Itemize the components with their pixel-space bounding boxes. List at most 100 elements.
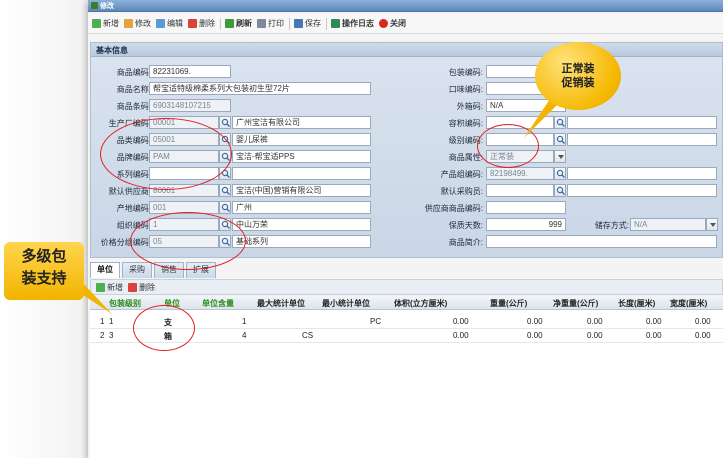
product-group-field[interactable]: 82198499. xyxy=(486,167,554,180)
new-button[interactable]: 新增 xyxy=(90,16,121,32)
edit-doc-icon xyxy=(156,19,165,28)
supplier-item-field[interactable] xyxy=(486,201,566,214)
grid-delete-button[interactable]: 删除 xyxy=(126,281,157,293)
save-button[interactable]: 保存 xyxy=(292,16,323,32)
cell-width: 0.00 xyxy=(695,331,711,340)
supplier-lookup-button[interactable] xyxy=(219,184,231,197)
origin-name-field[interactable]: 广州 xyxy=(232,201,371,214)
toolbar-divider xyxy=(220,17,221,30)
taste-code-label: 口味编码: xyxy=(448,85,483,94)
col-header-width[interactable]: 宽度(厘米) xyxy=(670,298,707,309)
cell-max-unit: CS xyxy=(302,331,314,340)
ext-code-label: 外箱码: xyxy=(456,102,483,111)
series-name-field[interactable] xyxy=(232,167,371,180)
col-header-weight[interactable]: 重量(公斤) xyxy=(490,298,527,309)
print-label: 打印 xyxy=(268,19,284,28)
col-header-volume[interactable]: 体积(立方厘米) xyxy=(394,298,447,309)
cell-net-weight: 0.00 xyxy=(587,317,603,326)
attribute-dropdown-button[interactable] xyxy=(554,150,566,163)
main-toolbar: 新增 修改 编辑 删除 刷新 打印 保存 操作日志 关闭 xyxy=(88,14,723,34)
print-button[interactable]: 打印 xyxy=(255,16,286,32)
close-button[interactable]: 关闭 xyxy=(377,16,408,32)
buyer-field[interactable] xyxy=(486,184,554,197)
grid-delete-label: 删除 xyxy=(139,282,155,292)
tab-purchase[interactable]: 采购 xyxy=(122,262,152,278)
pencil-icon xyxy=(124,19,133,28)
org-name-field[interactable]: 中山万荣 xyxy=(232,218,371,231)
highlight-ellipse-org xyxy=(130,212,246,270)
product-group-name-field[interactable] xyxy=(567,167,717,180)
title-bar: 修改 xyxy=(88,0,723,12)
delete-label: 删除 xyxy=(199,19,215,28)
origin-lookup-button[interactable] xyxy=(219,201,231,214)
intro-field[interactable] xyxy=(486,235,717,248)
printer-icon xyxy=(257,19,266,28)
cell-min-unit: PC xyxy=(370,317,382,326)
manufacturer-lookup-button[interactable] xyxy=(219,116,231,129)
delete-button[interactable]: 删除 xyxy=(186,16,217,32)
package-code-label: 包装编码: xyxy=(448,68,483,77)
col-header-net-weight[interactable]: 净重量(公斤) xyxy=(553,298,598,309)
cell-length: 0.00 xyxy=(646,317,662,326)
volume-name-field[interactable] xyxy=(567,116,717,129)
cell-volume: 0.00 xyxy=(453,331,469,340)
product-name-label: 商品名称: xyxy=(116,85,151,94)
toolbar-divider xyxy=(289,17,290,30)
cell-length: 0.00 xyxy=(646,331,662,340)
tab-unit[interactable]: 单位 xyxy=(90,262,120,278)
log-icon xyxy=(331,19,340,28)
callout-text-left: 多级包 装支持 xyxy=(21,248,67,287)
intro-label: 商品简介: xyxy=(448,238,483,247)
edit-label: 修改 xyxy=(135,19,151,28)
window-icon xyxy=(91,2,98,9)
section-title: 基本信息 xyxy=(96,46,128,55)
delete-icon xyxy=(188,19,197,28)
col-header-qty[interactable]: 单位含量 xyxy=(202,298,234,309)
product-group-lookup-button[interactable] xyxy=(554,167,566,180)
cell-volume: 0.00 xyxy=(453,317,469,326)
cell-weight: 0.00 xyxy=(527,317,543,326)
buyer-lookup-button[interactable] xyxy=(554,184,566,197)
supplier-name-field[interactable]: 宝洁(中国)营销有限公司 xyxy=(232,184,371,197)
col-header-length[interactable]: 长度(厘米) xyxy=(618,298,655,309)
col-header-min-unit[interactable]: 最小统计单位 xyxy=(322,298,370,309)
refresh-button[interactable]: 刷新 xyxy=(223,16,254,32)
product-code-field[interactable]: 82231069. xyxy=(149,65,231,78)
brand-name-field[interactable]: 宝洁-帮宝适PPS xyxy=(232,150,371,163)
supplier-label: 默认供应商: xyxy=(108,187,151,196)
log-label: 操作日志 xyxy=(342,19,374,28)
grid-toolbar: 新增 删除 xyxy=(90,279,723,295)
manufacturer-name-field[interactable]: 广州宝洁有限公司 xyxy=(232,116,371,129)
product-name-field[interactable]: 帮宝适特级棉柔系列大包装初生型72片 xyxy=(149,82,371,95)
cell-weight: 0.00 xyxy=(527,331,543,340)
shelf-days-field[interactable]: 999 xyxy=(486,218,566,231)
search-icon xyxy=(221,203,230,212)
col-header-max-unit[interactable]: 最大统计单位 xyxy=(257,298,305,309)
cell-qty: 1 xyxy=(242,317,247,326)
buyer-label: 默认采购员: xyxy=(440,187,483,196)
save-label: 保存 xyxy=(305,19,321,28)
barcode-field[interactable]: 6903148107215 xyxy=(149,99,231,112)
edit-button[interactable]: 修改 xyxy=(122,16,153,32)
category-name-field[interactable]: 婴儿尿裤 xyxy=(232,133,371,146)
cell-qty: 4 xyxy=(242,331,247,340)
page-background xyxy=(0,0,88,458)
operation-log-button[interactable]: 操作日志 xyxy=(329,16,376,32)
product-group-label: 产品组编码: xyxy=(440,170,483,179)
storage-dropdown-button[interactable] xyxy=(706,218,718,231)
editor-button[interactable]: 编辑 xyxy=(154,16,185,32)
grid-header: 包装级别 单位 单位含量 最大统计单位 最小统计单位 体积(立方厘米) 重量(公… xyxy=(90,296,723,310)
refresh-label: 刷新 xyxy=(236,19,252,28)
volume-code-label: 容积编码: xyxy=(448,119,483,128)
section-header: 基本信息 xyxy=(91,43,722,57)
level-name-field[interactable] xyxy=(567,133,717,146)
toolbar-divider xyxy=(326,17,327,30)
power-icon xyxy=(379,19,388,28)
storage-select[interactable]: N/A xyxy=(630,218,706,231)
highlight-ellipse-category xyxy=(100,118,232,190)
buyer-name-field[interactable] xyxy=(567,184,717,197)
cell-level: 3 xyxy=(109,331,114,340)
price-group-name-field[interactable]: 基础系列 xyxy=(232,235,371,248)
highlight-ellipse-unit xyxy=(133,305,195,351)
editor-label: 编辑 xyxy=(167,19,183,28)
